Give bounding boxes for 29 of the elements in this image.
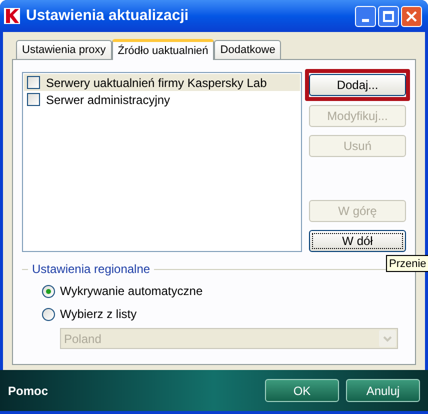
tab[interactable]: Dodatkowe: [214, 40, 282, 59]
close-button[interactable]: [401, 6, 422, 26]
radio-label: Wybierz z listy: [60, 306, 137, 323]
side-button[interactable]: W dół: [309, 230, 406, 252]
radio-button[interactable]: [42, 284, 55, 298]
side-button[interactable]: Dodaj...: [309, 74, 406, 96]
radio-button[interactable]: [42, 308, 55, 320]
close-icon: [406, 10, 417, 22]
radio-label: Wykrywanie automatyczne: [60, 283, 203, 300]
app-logo-icon: [4, 8, 20, 24]
checkbox[interactable]: [27, 76, 40, 89]
source-item[interactable]: Serwer administracyjny: [24, 91, 300, 108]
minimize-button[interactable]: [355, 6, 376, 26]
group-title: Ustawienia regionalne: [32, 261, 150, 278]
tab[interactable]: Ustawienia proxy: [16, 40, 112, 59]
maximize-icon: [383, 10, 394, 22]
maximize-button[interactable]: [378, 6, 399, 26]
window-title: Ustawienia aktualizacji: [26, 6, 190, 26]
help-link[interactable]: Pomoc: [8, 382, 258, 400]
checkbox[interactable]: [27, 93, 40, 106]
minimize-icon: [362, 18, 369, 22]
tab[interactable]: Źródło uaktualnień: [112, 39, 214, 60]
tooltip: Przenie: [386, 255, 428, 272]
country-value: Poland: [64, 330, 102, 348]
footer-button[interactable]: Anuluj: [346, 379, 420, 402]
source-item[interactable]: Serwery uaktualnień firmy Kaspersky Lab: [24, 74, 300, 91]
source-label: Serwer administracyjny: [46, 92, 170, 108]
footer-button[interactable]: OK: [265, 379, 339, 402]
source-label: Serwery uaktualnień firmy Kaspersky Lab: [46, 74, 267, 92]
